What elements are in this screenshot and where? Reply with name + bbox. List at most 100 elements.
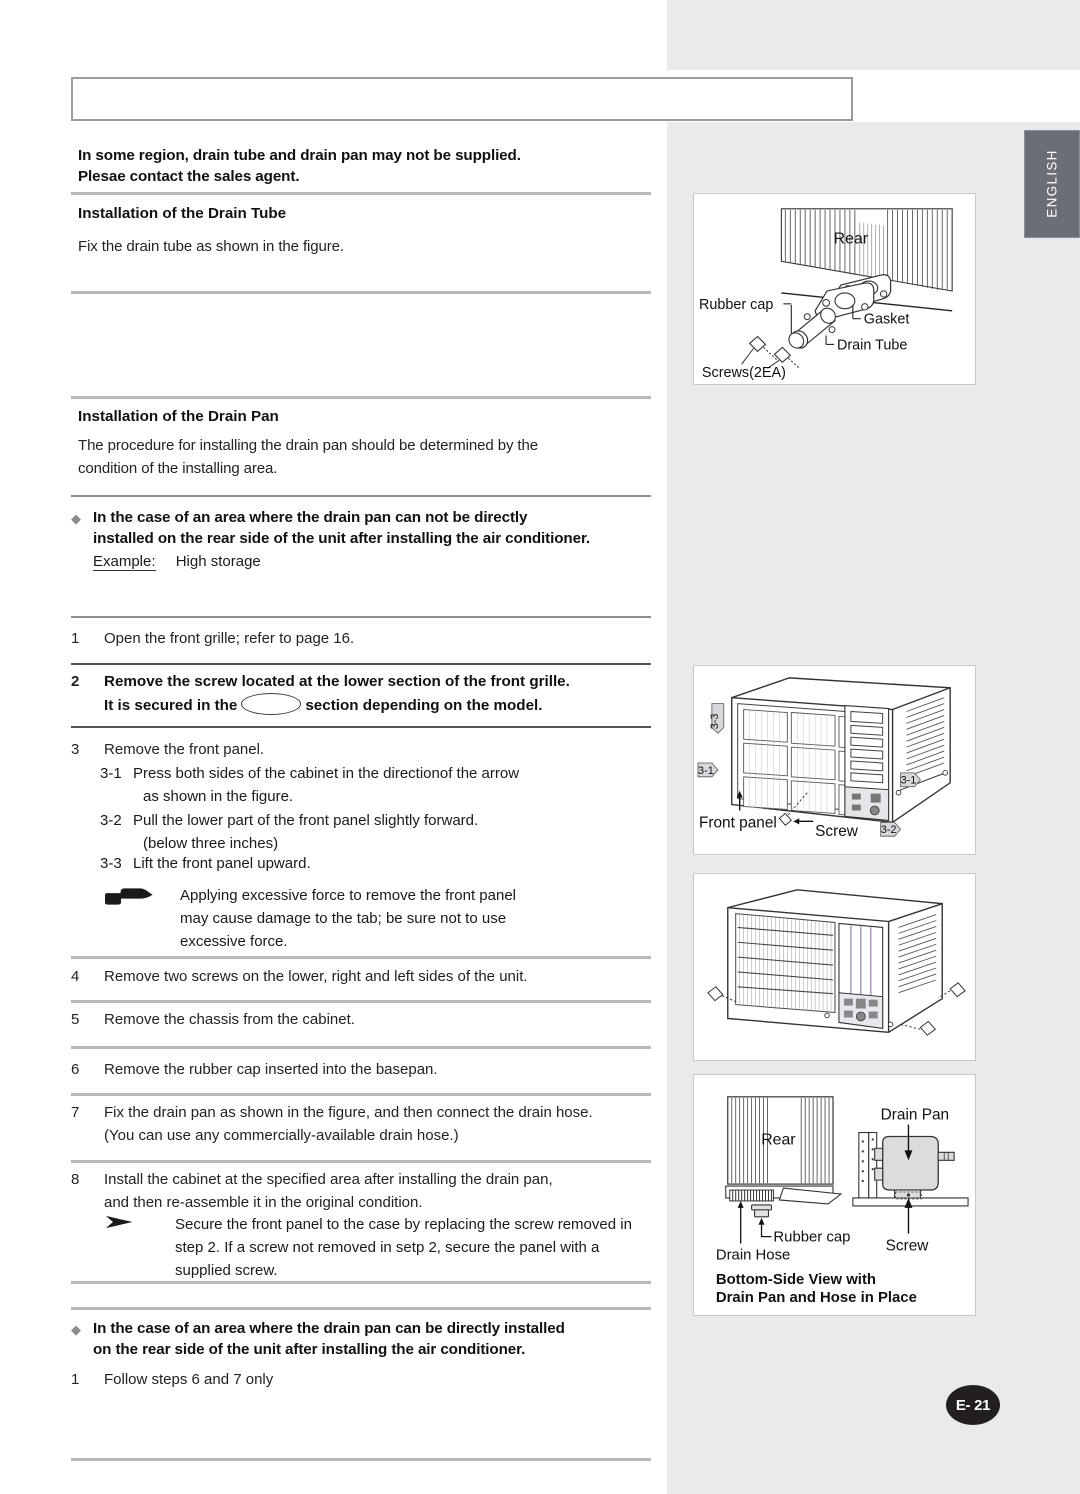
diamond-bullet-icon: ◆ xyxy=(71,511,81,526)
divider-1 xyxy=(71,192,651,195)
fig1-label-screws: Screws(2EA) xyxy=(702,365,786,381)
step-8-line2: and then re-assemble it in the original … xyxy=(104,1194,423,1211)
step-2-line1: Remove the screw located at the lower se… xyxy=(104,673,570,690)
caution-line1: Applying excessive force to remove the f… xyxy=(180,887,517,904)
example-row: Example: High storage xyxy=(93,550,656,573)
step-6-text: Remove the rubber cap inserted into the … xyxy=(104,1061,438,1078)
step-3-number: 3 xyxy=(71,741,80,758)
fig4-label-screw: Screw xyxy=(886,1238,930,1255)
figure-chassis xyxy=(693,873,976,1061)
step-8-note-line3: supplied screw. xyxy=(175,1262,278,1279)
substep-3-1-line1: Press both sides of the cabinet in the d… xyxy=(133,765,520,782)
step-4: 4 Remove two screws on the lower, right … xyxy=(71,965,656,988)
ellipse-marker-icon xyxy=(241,693,302,715)
step-1-text: Open the front grille; refer to page 16. xyxy=(104,630,355,647)
fig1-label-drain-tube: Drain Tube xyxy=(837,337,907,353)
divider-7 xyxy=(71,726,651,728)
case-not-direct-line2: installed on the rear side of the unit a… xyxy=(93,530,591,547)
case-direct-line1: In the case of an area where the drain p… xyxy=(93,1320,565,1337)
fig2-marker-3-1-right: 3-1 xyxy=(901,775,917,787)
case-direct-line2: on the rear side of the unit after insta… xyxy=(93,1341,526,1358)
case-not-direct-body: In the case of an area where the drain p… xyxy=(93,507,656,573)
page-number-text: E- 21 xyxy=(955,1396,991,1414)
substep-3-2-line1: Pull the lower part of the front panel s… xyxy=(133,812,479,829)
substep-3-2-number: 3-2 xyxy=(100,812,122,829)
step-8-number: 8 xyxy=(71,1171,80,1188)
step-1: 1 Open the front grille; refer to page 1… xyxy=(71,627,656,650)
step-8: 8 Install the cabinet at the specified a… xyxy=(71,1168,656,1214)
fig2-label-screw: Screw xyxy=(815,823,859,840)
substep-3-3-number: 3-3 xyxy=(100,855,122,872)
divider-12 xyxy=(71,1160,651,1163)
step-7-line1: Fix the drain pan as shown in the figure… xyxy=(104,1104,593,1121)
step-2: 2 Remove the screw located at the lower … xyxy=(71,670,656,717)
step-8-note-text: Secure the front panel to the case by re… xyxy=(175,1213,655,1282)
step-2-number: 2 xyxy=(71,673,80,690)
fig2-label-front-panel: Front panel xyxy=(699,814,777,831)
supply-notice-line2: Plesae contact the sales agent. xyxy=(78,168,300,185)
case-not-direct-block: ◆ In the case of an area where the drain… xyxy=(71,507,656,573)
drain-pan-heading: Installation of the Drain Pan xyxy=(78,408,279,425)
drain-pan-body: The procedure for installing the drain p… xyxy=(78,434,653,480)
figure-drain-tube: Rear Rubber cap Gasket Drain Tube Screws… xyxy=(693,193,976,385)
divider-13 xyxy=(71,1281,651,1284)
fig4-label-drain-hose: Drain Hose xyxy=(716,1247,790,1263)
case-direct-body: In the case of an area where the drain p… xyxy=(93,1318,656,1360)
step-3-text: Remove the front panel. xyxy=(104,741,265,758)
substep-3-3-line1: Lift the front panel upward. xyxy=(133,855,311,872)
fig4-caption-line1: Bottom-Side View with xyxy=(716,1272,876,1288)
step-7-number: 7 xyxy=(71,1104,80,1121)
step-2-line2-pre: It is secured in the xyxy=(104,697,238,714)
pointing-hand-icon xyxy=(105,884,180,953)
case-direct-step-1: 1 Follow steps 6 and 7 only xyxy=(71,1368,656,1391)
divider-5 xyxy=(71,616,651,618)
divider-15 xyxy=(71,1458,651,1461)
front-panel-caution-note: Applying excessive force to remove the f… xyxy=(105,884,650,953)
substep-3-2: 3-2 Pull the lower part of the front pan… xyxy=(100,809,660,855)
figure-drain-pan-bottom-view: Rear Rubber cap Drain Hose Drain Pan Scr… xyxy=(693,1074,976,1316)
step-4-text: Remove two screws on the lower, right an… xyxy=(104,968,528,985)
diamond-bullet-icon-2: ◆ xyxy=(71,1322,81,1337)
fig4-label-rear: Rear xyxy=(761,1131,796,1148)
step-5-text: Remove the chassis from the cabinet. xyxy=(104,1011,355,1028)
substep-3-2-body: Pull the lower part of the front panel s… xyxy=(133,809,660,855)
divider-9 xyxy=(71,1000,651,1003)
language-tab-english: ENGLISH xyxy=(1024,130,1080,238)
step-5: 5 Remove the chassis from the cabinet. xyxy=(71,1008,656,1031)
drain-tube-heading: Installation of the Drain Tube xyxy=(78,205,287,222)
step-8-note: Secure the front panel to the case by re… xyxy=(105,1213,655,1282)
example-label: Example: xyxy=(93,553,156,571)
page-number-badge: E- 21 xyxy=(946,1385,1000,1425)
step-4-number: 4 xyxy=(71,968,80,985)
fig2-marker-3-2: 3-2 xyxy=(881,824,897,836)
substep-3-1-line2: as shown in the figure. xyxy=(143,788,294,805)
divider-14 xyxy=(71,1307,651,1310)
divider-2 xyxy=(71,291,651,294)
divider-10 xyxy=(71,1046,651,1049)
step-2-line2: It is secured in the section depending on… xyxy=(104,693,656,717)
case-not-direct-line1: In the case of an area where the drain p… xyxy=(93,509,528,526)
drain-tube-body: Fix the drain tube as shown in the figur… xyxy=(78,238,344,255)
supply-notice-line1: In some region, drain tube and drain pan… xyxy=(78,147,521,164)
fig1-label-gasket: Gasket xyxy=(864,312,910,328)
step-5-number: 5 xyxy=(71,1011,80,1028)
case-direct-block: ◆ In the case of an area where the drain… xyxy=(71,1318,656,1360)
fig4-label-drain-pan: Drain Pan xyxy=(881,1107,949,1124)
fig1-label-rubber-cap: Rubber cap xyxy=(699,297,773,313)
substep-3-1: 3-1 Press both sides of the cabinet in t… xyxy=(100,762,660,808)
step-8-line1: Install the cabinet at the specified are… xyxy=(104,1171,553,1188)
drain-pan-body-line2: condition of the installing area. xyxy=(78,460,278,477)
divider-6 xyxy=(71,663,651,665)
caution-line2: may cause damage to the tab; be sure not… xyxy=(180,910,507,927)
front-panel-caution-text: Applying excessive force to remove the f… xyxy=(180,884,650,953)
divider-4 xyxy=(71,495,651,497)
language-tab-label: ENGLISH xyxy=(1044,149,1060,218)
fig4-label-rubber-cap: Rubber cap xyxy=(773,1230,850,1246)
substep-3-1-body: Press both sides of the cabinet in the d… xyxy=(133,762,660,808)
step-7: 7 Fix the drain pan as shown in the figu… xyxy=(71,1101,656,1147)
fig2-marker-3-3: 3-3 xyxy=(709,714,721,730)
text-column: In some region, drain tube and drain pan… xyxy=(0,0,667,1494)
arrowhead-bullet-icon xyxy=(105,1213,175,1282)
fig4-caption-line2: Drain Pan and Hose in Place xyxy=(716,1290,917,1306)
drain-pan-body-line1: The procedure for installing the drain p… xyxy=(78,437,538,454)
